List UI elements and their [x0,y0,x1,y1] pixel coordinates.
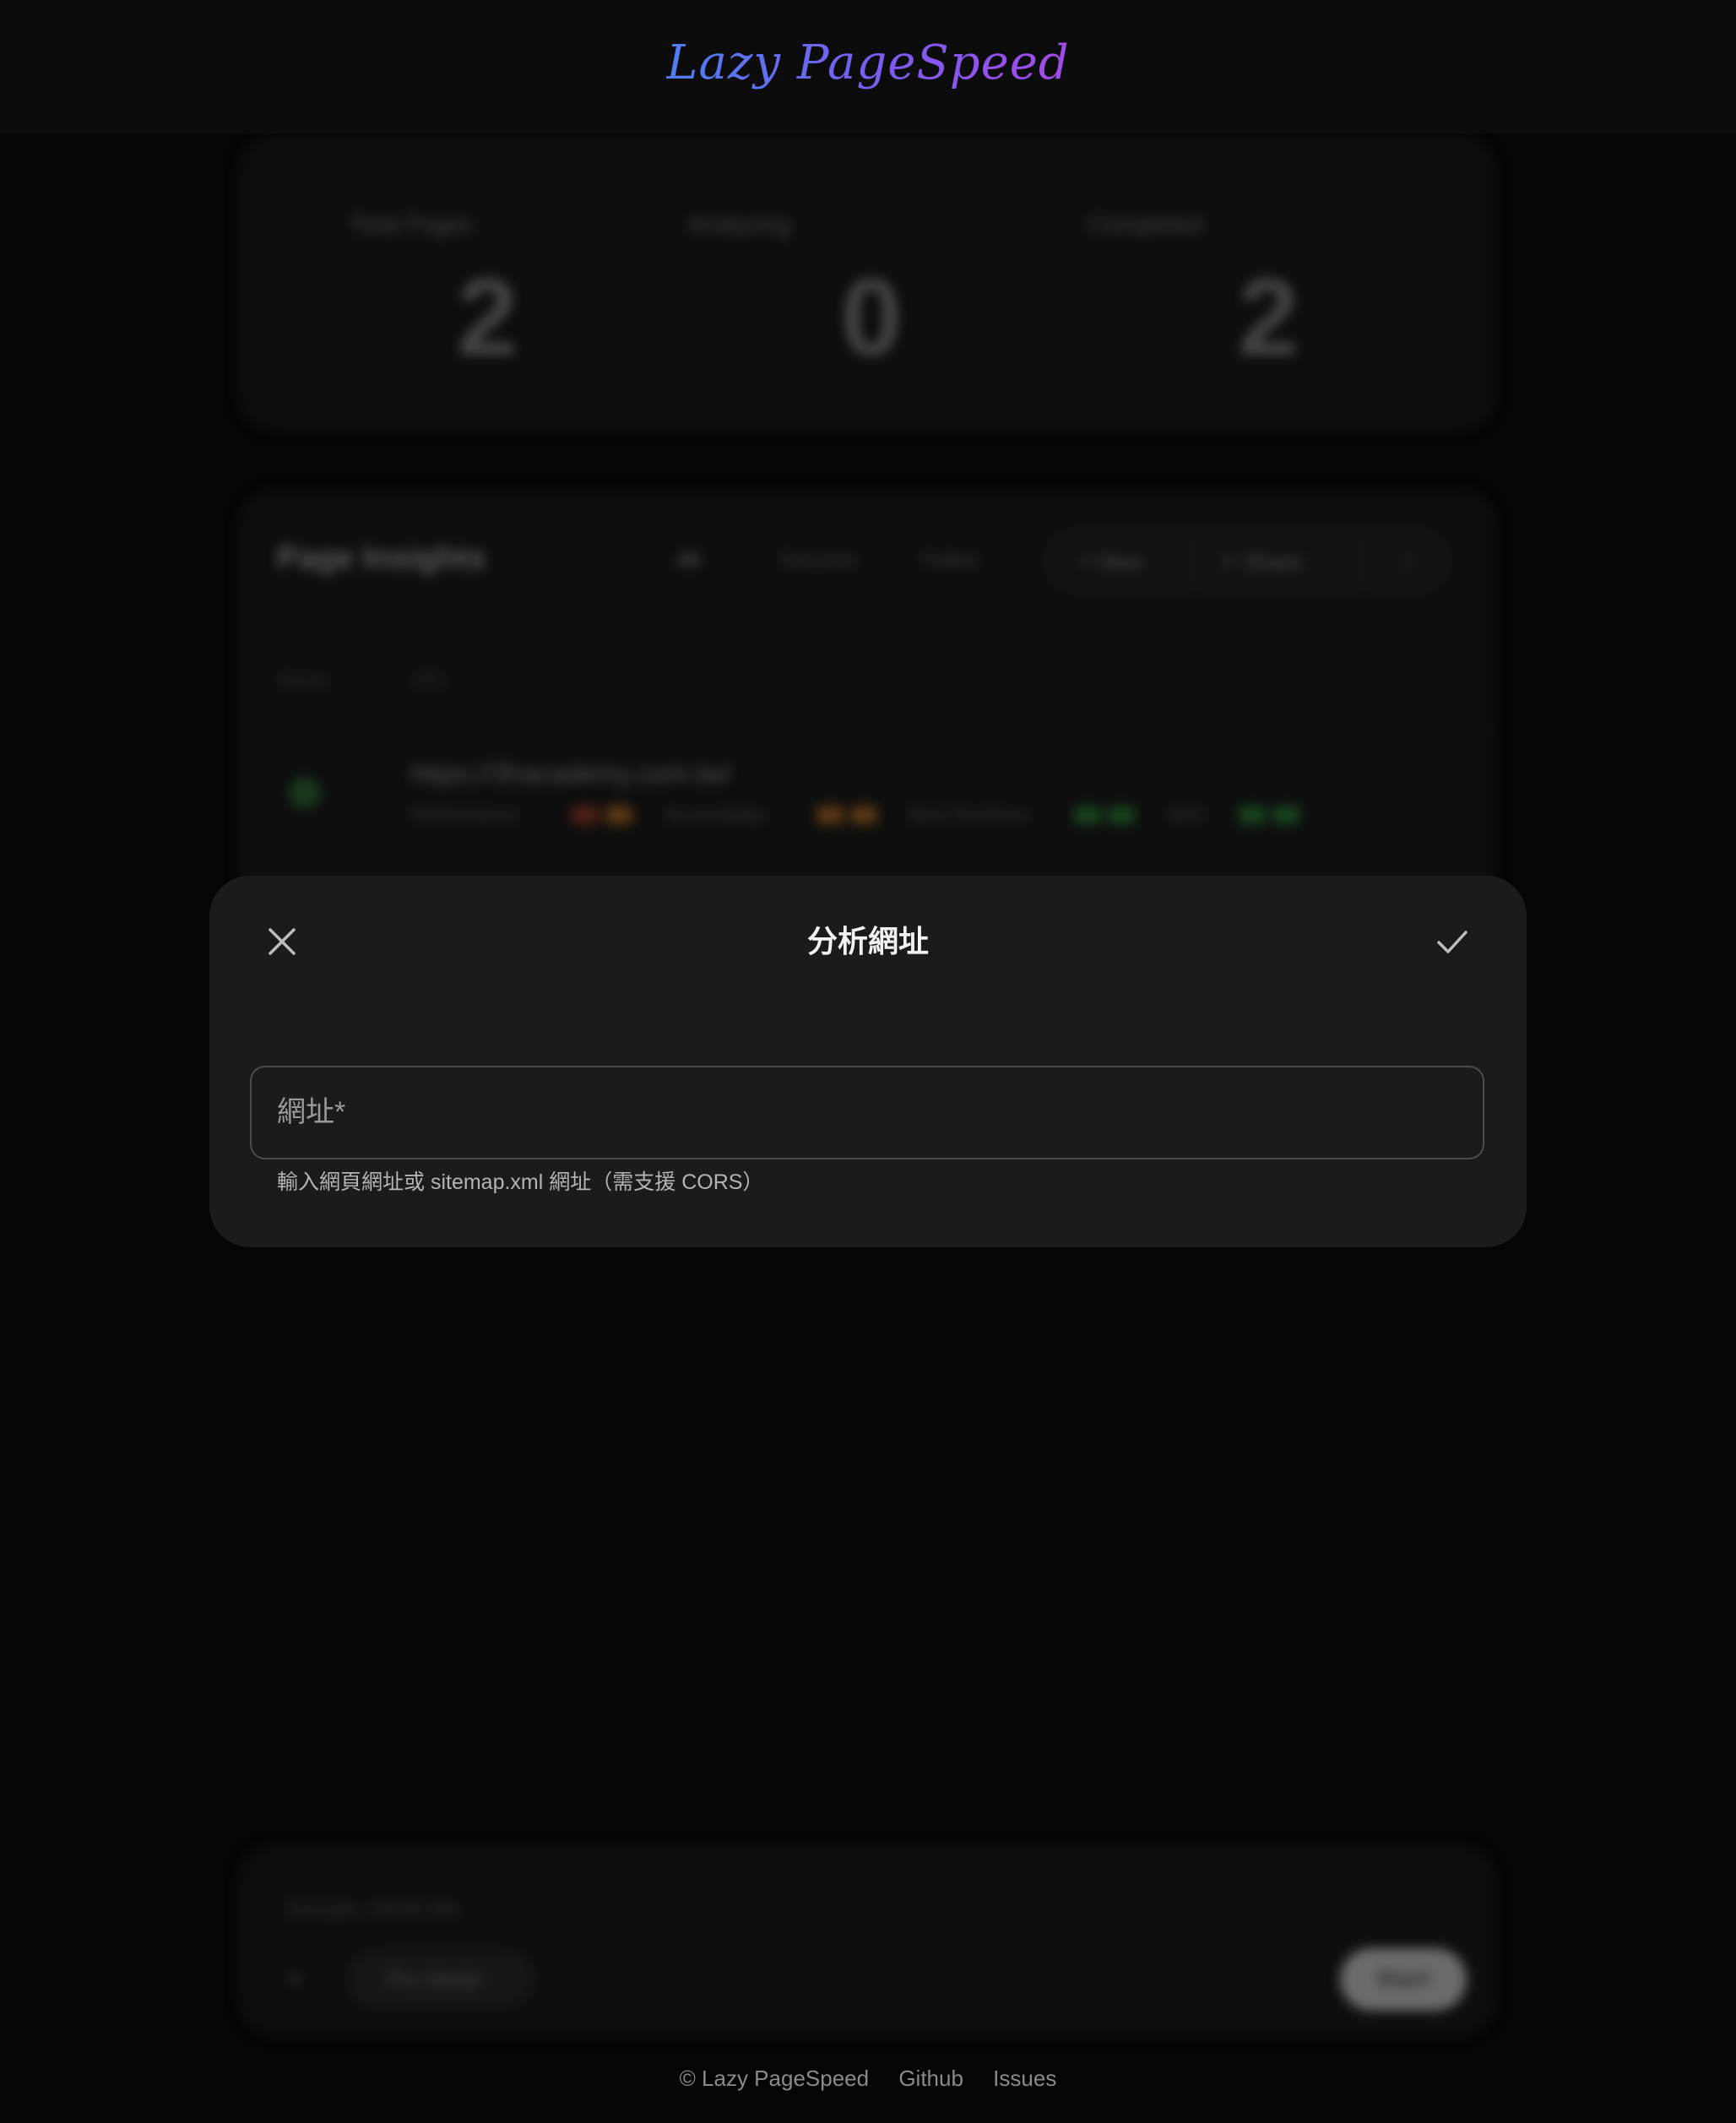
metric-best-practices: Best Practices [909,804,1028,825]
footer: © Lazy PageSpeed Github Issues [0,2066,1736,2092]
stat-analyzing: Analyzing 0 [673,211,1070,380]
start-button[interactable]: Start [1340,1948,1467,2011]
more-button[interactable]: ⋮ [1397,549,1419,575]
stats-card: Total Pages 2 Analyzing 0 Completed 2 [238,135,1496,431]
insights-actions: + New ⇪ Share ⋮ [1044,530,1450,591]
score-pill [1239,806,1266,824]
insights-title: Page Insights [277,540,486,576]
add-icon[interactable]: + [287,1963,303,1995]
score-pill [1272,806,1299,824]
tab-all[interactable]: All [677,549,700,573]
github-link[interactable]: Github [898,2066,963,2091]
confirm-button[interactable] [1430,920,1474,964]
stat-total-pages: Total Pages 2 [289,211,686,380]
score-pill [816,806,844,824]
score-pill [572,806,599,824]
stat-value: 0 [840,255,903,378]
score-pill [850,806,877,824]
tab-failed[interactable]: Failed [922,549,977,573]
url-input[interactable] [252,1067,1483,1158]
tab-success[interactable]: Success [780,549,857,573]
url-field [250,1066,1484,1159]
issues-link[interactable]: Issues [993,2066,1056,2091]
composer-card: Sample JSON file + Pro Mode Start [238,1845,1496,2035]
stat-label: Total Pages [350,211,474,237]
score-pill [1074,806,1101,824]
row-url[interactable]: https://3hacademy.com.tw/ [411,758,730,790]
score-pill [605,806,632,824]
check-icon [1437,931,1467,953]
stat-label: Analyzing [688,211,791,237]
pro-mode-button[interactable]: Pro Mode [348,1951,534,2006]
stat-label: Completed [1088,211,1203,237]
page-insights-card: Page Insights All Success Failed + New ⇪… [238,490,1496,929]
button-divider [1194,539,1196,586]
column-status: Status [277,669,330,690]
share-button[interactable]: ⇪ Share [1219,549,1302,575]
pro-mode-label: Pro Mode [387,1967,482,1992]
footer-copyright: © Lazy PageSpeed [679,2066,870,2091]
metric-seo: SEO [1167,804,1207,825]
status-success-icon [289,777,321,809]
column-url: URL [411,669,449,690]
new-button[interactable]: + New [1080,549,1142,575]
url-helper-text: 輸入網頁網址或 sitemap.xml 網址（需支援 CORS） [277,1170,764,1194]
stat-completed: Completed 2 [1070,211,1467,380]
row-divider [238,730,1496,732]
dialog-title: 分析網址 [806,924,929,958]
metric-performance: Performance [411,804,518,825]
metric-accessibility: Accessibility [665,804,766,825]
button-divider [1363,539,1364,586]
composer-placeholder[interactable]: Sample JSON file [285,1896,458,1922]
share-label: Share [1244,549,1303,574]
stat-value: 2 [456,255,518,378]
analyze-url-dialog: 分析網址 輸入網頁網址或 sitemap.xml 網址（需支援 CORS） [209,876,1527,1247]
stat-value: 2 [1237,255,1299,378]
new-label: New [1099,549,1143,574]
score-pill [1108,806,1135,824]
